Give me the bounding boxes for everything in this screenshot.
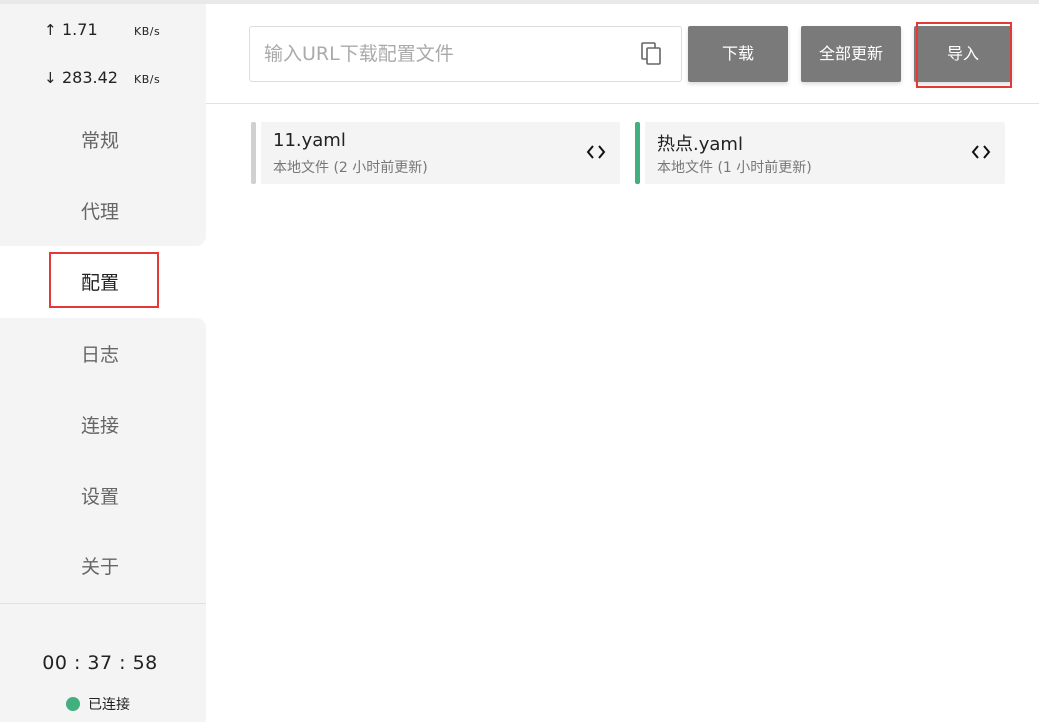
sidebar-item-logs[interactable]: 日志: [0, 340, 200, 370]
speed-panel: ↑ 1.71 KB/s ↓ 283.42 KB/s: [0, 4, 206, 103]
profile-meta: 本地文件 (2 小时前更新): [273, 160, 428, 176]
code-brackets-icon[interactable]: [971, 140, 991, 164]
profile-name: 热点.yaml: [657, 134, 743, 155]
connection-status: 已连接: [66, 694, 130, 714]
sidebar-item-general[interactable]: 常规: [0, 126, 200, 156]
import-button[interactable]: 导入: [914, 26, 1012, 82]
upload-arrow-icon: ↑: [44, 21, 57, 39]
url-input[interactable]: [250, 27, 630, 81]
upload-speed: ↑ 1.71 KB/s: [44, 20, 160, 40]
copy-icon[interactable]: [641, 42, 663, 66]
sidebar-item-settings[interactable]: 设置: [0, 482, 200, 512]
profile-indicator: [251, 122, 256, 184]
upload-speed-value: 1.71: [62, 20, 98, 39]
profile-card-active[interactable]: 热点.yaml 本地文件 (1 小时前更新): [635, 122, 1005, 184]
url-input-box: [249, 26, 682, 82]
sidebar-item-profiles[interactable]: 配置: [0, 252, 200, 308]
download-button[interactable]: 下载: [688, 26, 788, 82]
update-all-button[interactable]: 全部更新: [801, 26, 901, 82]
sidebar: ↑ 1.71 KB/s ↓ 283.42 KB/s 常规 代理 配置 日志 连接…: [0, 4, 206, 722]
upload-speed-unit: KB/s: [134, 25, 161, 38]
sidebar-item-proxy[interactable]: 代理: [0, 197, 200, 227]
uptime-timer: 00 : 37 : 58: [42, 652, 158, 674]
status-dot-icon: [66, 697, 80, 711]
code-brackets-icon[interactable]: [586, 140, 606, 164]
profile-active-indicator: [635, 122, 640, 184]
download-arrow-icon: ↓: [44, 69, 57, 87]
sidebar-item-connections[interactable]: 连接: [0, 411, 200, 441]
connection-status-label: 已连接: [88, 697, 130, 713]
sidebar-item-about[interactable]: 关于: [0, 552, 200, 582]
download-speed: ↓ 283.42 KB/s: [44, 68, 160, 88]
toolbar-divider: [206, 103, 1039, 104]
main-panel: 下载 全部更新 导入 11.yaml 本地文件 (2 小时前更新) 热点.yam…: [206, 4, 1039, 722]
download-speed-unit: KB/s: [134, 73, 161, 86]
highlight-box: [49, 252, 159, 308]
profile-meta: 本地文件 (1 小时前更新): [657, 160, 812, 176]
profile-card[interactable]: 11.yaml 本地文件 (2 小时前更新): [251, 122, 620, 184]
download-speed-value: 283.42: [62, 68, 118, 87]
profile-name: 11.yaml: [273, 130, 346, 151]
